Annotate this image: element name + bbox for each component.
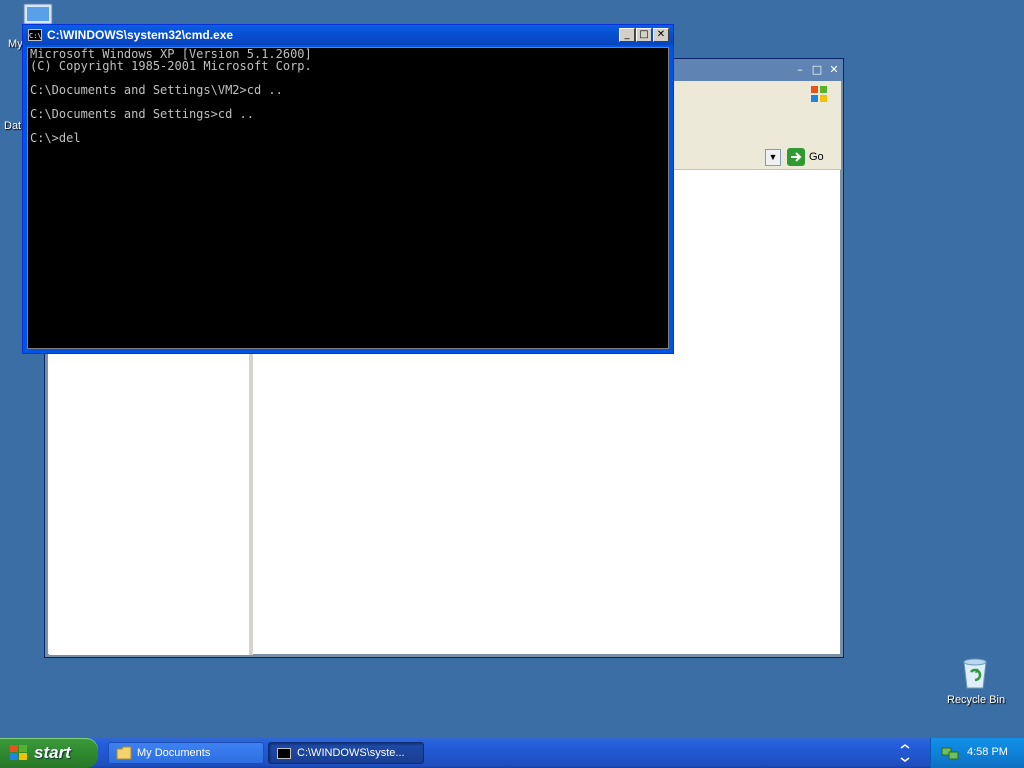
collapse-chevron-icon [900, 744, 910, 762]
console-line: (C) Copyright 1985-2001 Microsoft Corp. [30, 59, 312, 73]
explorer-maximize-icon[interactable]: □ [811, 64, 823, 75]
start-button[interactable]: start [0, 738, 98, 768]
taskbar-task-label: My Documents [137, 747, 211, 759]
show-hidden-icons-button[interactable] [898, 744, 912, 762]
console-line: C:\Documents and Settings\VM2>cd .. [30, 83, 283, 97]
desktop-icon-label-data: Dat [4, 120, 22, 132]
start-label: start [34, 743, 71, 762]
system-tray: 4:58 PM [930, 738, 1024, 768]
clock[interactable]: 4:58 PM [967, 746, 1008, 758]
cmd-title: C:\WINDOWS\system32\cmd.exe [47, 28, 234, 42]
cmd-minimize-button[interactable]: _ [619, 28, 635, 42]
taskbar-button-my-documents[interactable]: My Documents [108, 742, 264, 764]
explorer-toolbar [671, 107, 841, 148]
recycle-bin-label: Recycle Bin [947, 694, 1006, 706]
explorer-title-bar[interactable]: – □ ✕ [671, 59, 843, 81]
go-arrow-icon [787, 148, 805, 166]
desktop-icon-recycle-bin[interactable]: Recycle Bin [944, 654, 1008, 710]
address-go-button[interactable]: Go [787, 148, 831, 168]
console-line: C:\Documents and Settings>cd .. [30, 107, 254, 121]
console-output: Microsoft Windows XP [Version 5.1.2600] … [30, 48, 312, 144]
address-dropdown-button[interactable]: ▼ [765, 149, 781, 166]
minimize-icon: _ [624, 29, 630, 40]
console-line: C:\>del [30, 131, 81, 145]
windows-flag-icon [10, 745, 28, 761]
chevron-down-icon: ▼ [768, 152, 778, 162]
explorer-minimize-icon[interactable]: – [794, 64, 806, 75]
recycle-bin-icon [963, 658, 987, 689]
close-icon: ✕ [656, 29, 666, 40]
taskbar-button-cmd[interactable]: C:\WINDOWS\syste... [268, 742, 424, 764]
explorer-menu-bar [671, 81, 841, 108]
cmd-close-button[interactable]: ✕ [653, 28, 669, 42]
go-label: Go [809, 151, 824, 163]
console-icon: C:\ [28, 29, 42, 41]
taskbar-task-label: C:\WINDOWS\syste... [297, 747, 405, 759]
console-area[interactable]: Microsoft Windows XP [Version 5.1.2600] … [27, 47, 669, 349]
windows-logo-icon [811, 86, 827, 102]
cmd-window: C:\ C:\WINDOWS\system32\cmd.exe _ □ ✕ Mi… [22, 24, 674, 354]
cmd-title-bar[interactable]: C:\ C:\WINDOWS\system32\cmd.exe _ □ ✕ [23, 25, 673, 45]
explorer-close-icon[interactable]: ✕ [828, 64, 840, 75]
cmd-maximize-button[interactable]: □ [636, 28, 652, 42]
maximize-icon: □ [639, 29, 649, 40]
folder-icon [116, 746, 132, 760]
explorer-left-pane [49, 353, 253, 655]
explorer-address-bar: ▼ Go [671, 147, 841, 170]
network-icon[interactable] [941, 745, 959, 761]
console-icon [277, 748, 291, 759]
taskbar: start My Documents C:\WINDOWS\syste... 4… [0, 738, 1024, 768]
desktop-icon-label-my-computer: My [8, 38, 23, 50]
